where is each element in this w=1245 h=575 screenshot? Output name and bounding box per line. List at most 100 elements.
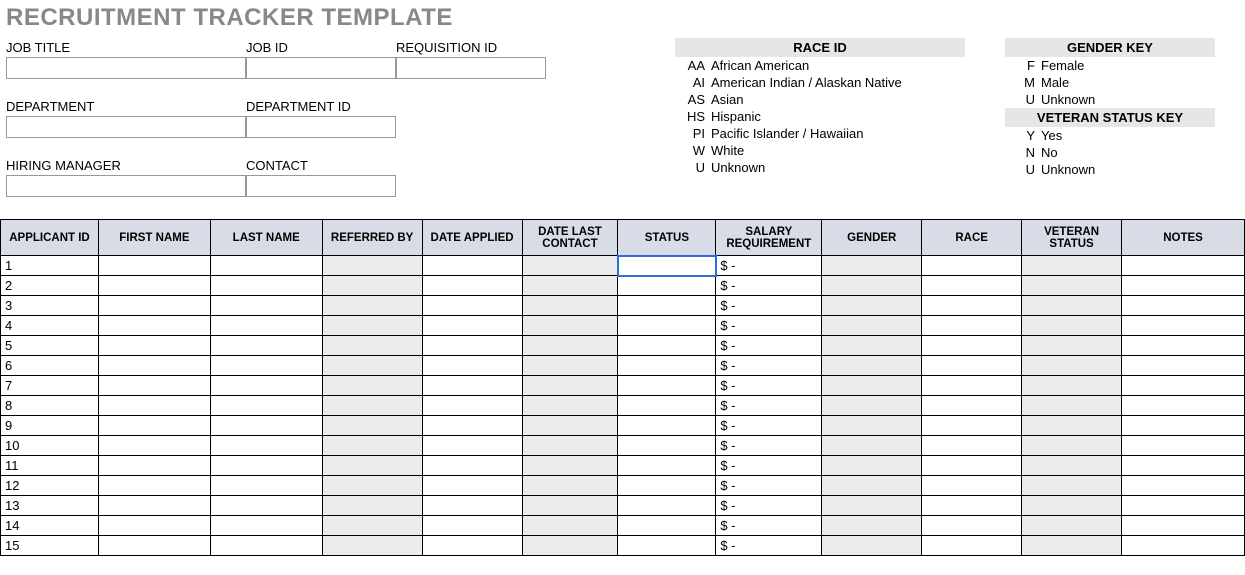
- cell[interactable]: [618, 276, 716, 296]
- cell[interactable]: [922, 536, 1022, 556]
- requisition-id-input[interactable]: [396, 57, 546, 79]
- cell[interactable]: 2: [1, 276, 99, 296]
- cell[interactable]: [922, 396, 1022, 416]
- cell[interactable]: [422, 356, 522, 376]
- cell[interactable]: [618, 516, 716, 536]
- cell[interactable]: 7: [1, 376, 99, 396]
- cell[interactable]: [822, 456, 922, 476]
- cell[interactable]: [1122, 376, 1245, 396]
- cell[interactable]: [618, 536, 716, 556]
- cell[interactable]: [922, 456, 1022, 476]
- cell[interactable]: [522, 516, 618, 536]
- cell[interactable]: [522, 256, 618, 276]
- cell[interactable]: [1122, 516, 1245, 536]
- cell[interactable]: [822, 276, 922, 296]
- cell[interactable]: [618, 436, 716, 456]
- cell[interactable]: 3: [1, 296, 99, 316]
- cell[interactable]: [210, 396, 322, 416]
- cell[interactable]: [322, 536, 422, 556]
- cell[interactable]: [922, 416, 1022, 436]
- cell[interactable]: [98, 396, 210, 416]
- cell[interactable]: [1022, 256, 1122, 276]
- cell[interactable]: [618, 456, 716, 476]
- cell[interactable]: [522, 536, 618, 556]
- cell[interactable]: [210, 316, 322, 336]
- cell[interactable]: [922, 356, 1022, 376]
- cell[interactable]: [210, 456, 322, 476]
- cell[interactable]: [1122, 396, 1245, 416]
- cell[interactable]: $ -: [716, 536, 822, 556]
- cell[interactable]: [422, 276, 522, 296]
- cell[interactable]: [1022, 296, 1122, 316]
- cell[interactable]: [422, 516, 522, 536]
- cell[interactable]: [522, 316, 618, 336]
- cell[interactable]: [210, 516, 322, 536]
- cell[interactable]: [922, 336, 1022, 356]
- cell[interactable]: [1122, 436, 1245, 456]
- cell[interactable]: [210, 256, 322, 276]
- cell[interactable]: [1022, 276, 1122, 296]
- cell[interactable]: [322, 276, 422, 296]
- cell[interactable]: [322, 496, 422, 516]
- cell[interactable]: [422, 316, 522, 336]
- hiring-manager-input[interactable]: [6, 175, 246, 197]
- cell[interactable]: [822, 316, 922, 336]
- cell[interactable]: $ -: [716, 456, 822, 476]
- cell[interactable]: 13: [1, 496, 99, 516]
- cell[interactable]: [922, 376, 1022, 396]
- cell[interactable]: [98, 496, 210, 516]
- cell[interactable]: [1122, 316, 1245, 336]
- cell[interactable]: 10: [1, 436, 99, 456]
- cell[interactable]: [1022, 436, 1122, 456]
- cell[interactable]: [1122, 536, 1245, 556]
- cell[interactable]: [522, 496, 618, 516]
- cell[interactable]: 9: [1, 416, 99, 436]
- cell[interactable]: [98, 456, 210, 476]
- cell[interactable]: [98, 516, 210, 536]
- cell[interactable]: $ -: [716, 416, 822, 436]
- cell[interactable]: [210, 336, 322, 356]
- cell[interactable]: 5: [1, 336, 99, 356]
- cell[interactable]: [210, 496, 322, 516]
- cell[interactable]: [1022, 336, 1122, 356]
- cell[interactable]: [1122, 336, 1245, 356]
- cell[interactable]: [422, 336, 522, 356]
- cell[interactable]: [422, 476, 522, 496]
- cell[interactable]: $ -: [716, 256, 822, 276]
- cell[interactable]: $ -: [716, 336, 822, 356]
- cell[interactable]: 14: [1, 516, 99, 536]
- cell[interactable]: [98, 316, 210, 336]
- cell[interactable]: [822, 336, 922, 356]
- cell[interactable]: [210, 356, 322, 376]
- cell[interactable]: [618, 496, 716, 516]
- cell[interactable]: [1022, 396, 1122, 416]
- cell[interactable]: [1122, 256, 1245, 276]
- cell[interactable]: [1122, 456, 1245, 476]
- cell[interactable]: [618, 476, 716, 496]
- cell[interactable]: [1022, 316, 1122, 336]
- cell[interactable]: [422, 416, 522, 436]
- cell[interactable]: [1122, 416, 1245, 436]
- contact-input[interactable]: [246, 175, 396, 197]
- cell[interactable]: [522, 336, 618, 356]
- cell[interactable]: [422, 396, 522, 416]
- cell[interactable]: $ -: [716, 316, 822, 336]
- cell[interactable]: [922, 316, 1022, 336]
- cell[interactable]: [522, 396, 618, 416]
- cell[interactable]: [922, 296, 1022, 316]
- cell[interactable]: [822, 516, 922, 536]
- cell[interactable]: [822, 356, 922, 376]
- cell[interactable]: [522, 376, 618, 396]
- cell[interactable]: [1122, 496, 1245, 516]
- cell[interactable]: [98, 356, 210, 376]
- cell[interactable]: [98, 336, 210, 356]
- cell[interactable]: [922, 476, 1022, 496]
- cell[interactable]: [1122, 276, 1245, 296]
- cell[interactable]: [322, 436, 422, 456]
- cell[interactable]: [210, 276, 322, 296]
- job-title-input[interactable]: [6, 57, 246, 79]
- cell[interactable]: $ -: [716, 476, 822, 496]
- cell[interactable]: $ -: [716, 296, 822, 316]
- cell[interactable]: [1022, 456, 1122, 476]
- cell[interactable]: [1122, 356, 1245, 376]
